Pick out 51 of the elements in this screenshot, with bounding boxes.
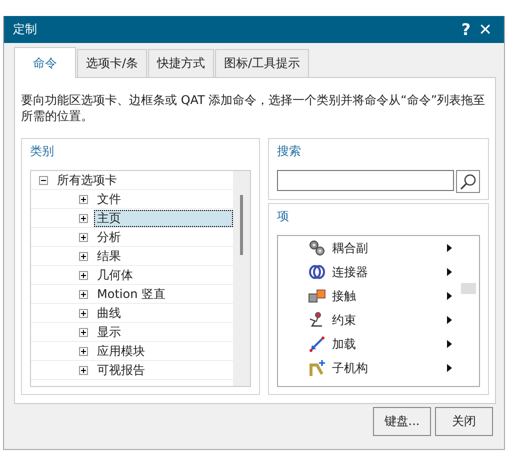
dialog-button[interactable]: 关闭 bbox=[435, 407, 493, 436]
expand-icon[interactable] bbox=[79, 366, 88, 374]
tree-item[interactable]: 显示 bbox=[94, 324, 124, 340]
tab[interactable]: 选项卡/条 bbox=[77, 49, 148, 77]
tree-item[interactable]: 文件 bbox=[94, 190, 124, 208]
search-field[interactable] bbox=[277, 170, 454, 191]
expand-icon[interactable] bbox=[79, 194, 88, 204]
dialog-button[interactable]: 键盘... bbox=[373, 407, 431, 436]
tree-item[interactable]: 结果 bbox=[94, 248, 124, 264]
group-title: 搜索 bbox=[277, 143, 302, 160]
gears-icon bbox=[308, 239, 326, 257]
expand-icon[interactable] bbox=[79, 346, 88, 356]
scrollbar[interactable] bbox=[233, 171, 250, 386]
expand-icon[interactable] bbox=[79, 232, 88, 242]
expand-icon[interactable] bbox=[79, 252, 88, 260]
tree-item[interactable]: 应用模块 bbox=[94, 342, 148, 360]
group-title: 类别 bbox=[30, 143, 55, 160]
search-button[interactable] bbox=[456, 170, 480, 193]
tree-item[interactable]: 曲线 bbox=[94, 304, 124, 322]
search-icon bbox=[459, 172, 477, 190]
instruction-text: 要向功能区选项卡、边框条或 QAT 添加命令，选择一个类别并将命令从“命令”列表拖至所需的位置。 bbox=[21, 92, 486, 124]
help-button[interactable]: ? bbox=[457, 20, 475, 39]
expand-icon[interactable] bbox=[79, 270, 88, 280]
expand-icon[interactable] bbox=[79, 308, 88, 318]
tree-item[interactable]: 分析 bbox=[94, 228, 124, 246]
window-title: 定制 bbox=[13, 21, 38, 38]
tree-item[interactable]: 几何体 bbox=[94, 266, 136, 284]
expand-icon[interactable] bbox=[79, 328, 88, 336]
spring-icon bbox=[308, 263, 326, 281]
command-item[interactable]: 约束 bbox=[332, 312, 447, 328]
linkage-icon bbox=[308, 359, 326, 377]
group-title: 项 bbox=[277, 208, 290, 225]
command-item[interactable]: 接触 bbox=[332, 288, 447, 304]
close-button[interactable]: ✕ bbox=[474, 20, 496, 39]
tree-item[interactable]: 主页 bbox=[94, 210, 233, 226]
tab[interactable]: 命令 bbox=[14, 47, 76, 78]
tab[interactable]: 图标/工具提示 bbox=[215, 49, 310, 77]
blocks-icon bbox=[308, 287, 326, 305]
tree-item[interactable]: 所有选项卡 bbox=[54, 172, 120, 188]
collapse-icon[interactable] bbox=[39, 176, 48, 184]
expand-icon[interactable] bbox=[79, 290, 88, 298]
command-item[interactable]: 耦合副 bbox=[332, 240, 447, 256]
command-item[interactable]: 子机构 bbox=[332, 360, 447, 376]
arrow-icon bbox=[308, 335, 326, 353]
tree-item[interactable]: Motion 竖直 bbox=[94, 286, 168, 302]
tab[interactable]: 快捷方式 bbox=[148, 49, 214, 77]
command-item[interactable]: 连接器 bbox=[332, 264, 447, 280]
scrollbar-thumb[interactable] bbox=[461, 283, 476, 294]
command-item[interactable]: 加载 bbox=[332, 336, 447, 352]
tree-item[interactable]: 可视报告 bbox=[94, 362, 148, 378]
expand-icon[interactable] bbox=[79, 214, 88, 222]
